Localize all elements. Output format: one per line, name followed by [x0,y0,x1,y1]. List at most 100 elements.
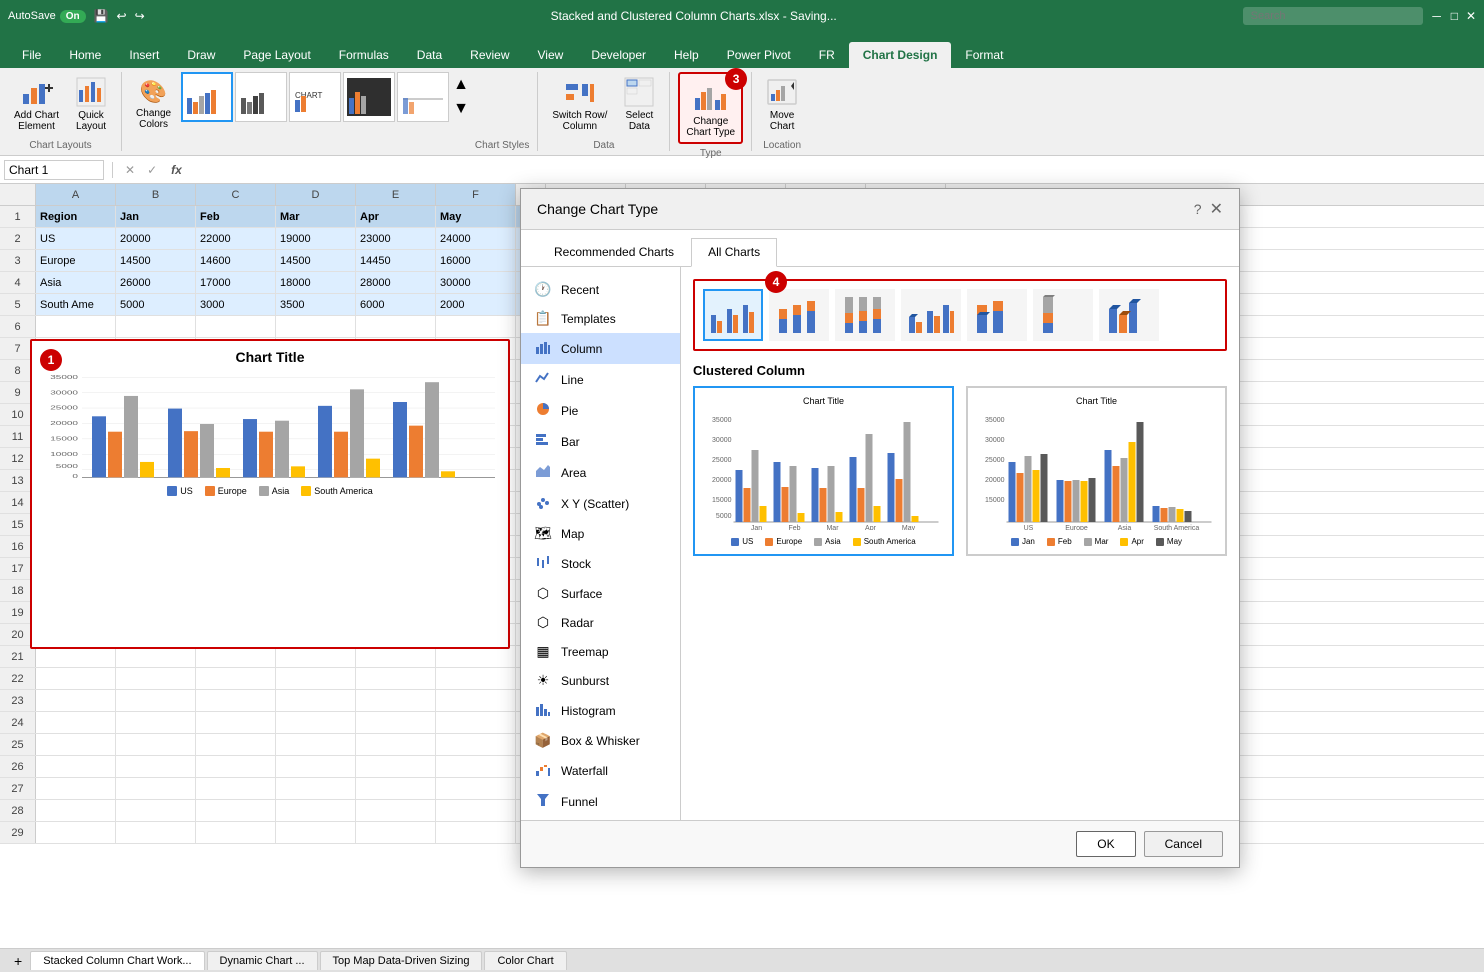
change-colors-button[interactable]: 🎨 ChangeColors [130,72,177,134]
add-chart-element-button[interactable]: Add ChartElement [8,72,65,136]
ok-button[interactable]: OK [1076,831,1135,857]
table-cell[interactable] [436,734,516,755]
chart-type-sunburst[interactable]: ☀ Sunburst [521,666,680,695]
table-cell[interactable] [356,316,436,337]
table-cell[interactable]: Region [36,206,116,227]
table-cell[interactable] [356,734,436,755]
table-cell[interactable] [116,668,196,689]
tab-insert[interactable]: Insert [115,42,173,68]
col-header-C[interactable]: C [196,184,276,205]
quick-layout-button[interactable]: QuickLayout [69,72,113,136]
tab-formulas[interactable]: Formulas [325,42,403,68]
tab-help[interactable]: Help [660,42,713,68]
chart-type-map[interactable]: 🗺 Map [521,519,680,548]
table-cell[interactable] [356,668,436,689]
search-input[interactable] [1243,7,1423,25]
tab-format[interactable]: Format [951,42,1017,68]
tab-page-layout[interactable]: Page Layout [229,42,324,68]
tab-view[interactable]: View [524,42,578,68]
table-cell[interactable] [356,646,436,667]
table-cell[interactable] [116,778,196,799]
maximize-icon[interactable]: □ [1451,9,1458,23]
table-cell[interactable] [276,756,356,777]
table-cell[interactable] [276,690,356,711]
subtype-100-stacked-column[interactable] [835,289,895,341]
table-cell[interactable]: Europe [36,250,116,271]
tab-recommended-charts[interactable]: Recommended Charts [537,238,691,266]
table-cell[interactable] [116,756,196,777]
table-cell[interactable]: 14500 [116,250,196,271]
chart-preview-by-month[interactable]: Chart Title 35000 30000 25000 20000 1500… [693,386,954,556]
table-cell[interactable] [36,646,116,667]
table-cell[interactable] [36,712,116,733]
table-cell[interactable] [356,756,436,777]
table-cell[interactable] [276,646,356,667]
col-header-D[interactable]: D [276,184,356,205]
chart-type-bar[interactable]: Bar [521,426,680,457]
tab-home[interactable]: Home [55,42,115,68]
fx-button[interactable]: fx [165,163,188,177]
table-cell[interactable] [276,712,356,733]
change-chart-type-button[interactable]: ChangeChart Type 3 [678,72,743,144]
close-icon[interactable]: ✕ [1466,9,1476,23]
tab-draw[interactable]: Draw [173,42,229,68]
chart-type-surface[interactable]: ⬡ Surface [521,579,680,608]
table-cell[interactable]: 16000 [436,250,516,271]
chart-type-area[interactable]: Area [521,457,680,488]
tab-file[interactable]: File [8,42,55,68]
table-cell[interactable]: 2000 [436,294,516,315]
chart-type-radar[interactable]: ⬡ Radar [521,608,680,637]
formula-input[interactable] [192,163,1480,177]
chart-type-templates[interactable]: 📋 Templates [521,304,680,333]
chart-styles-scroll-down[interactable]: ▼ [451,98,471,120]
table-cell[interactable] [116,800,196,821]
table-cell[interactable] [196,316,276,337]
table-cell[interactable]: Feb [196,206,276,227]
table-cell[interactable] [436,800,516,821]
tab-fr[interactable]: FR [805,42,849,68]
table-cell[interactable]: Apr [356,206,436,227]
move-chart-button[interactable]: MoveChart [760,72,804,136]
table-cell[interactable] [36,668,116,689]
chart-preview-by-region[interactable]: Chart Title 35000 30000 25000 20000 1500… [966,386,1227,556]
table-cell[interactable]: 3500 [276,294,356,315]
tab-chart-design[interactable]: Chart Design [849,42,952,68]
table-cell[interactable]: 20000 [116,228,196,249]
table-cell[interactable] [116,712,196,733]
table-cell[interactable] [196,756,276,777]
subtype-3d-100-stacked[interactable] [1033,289,1093,341]
table-cell[interactable] [36,690,116,711]
confirm-formula-icon[interactable]: ✓ [143,163,161,177]
table-cell[interactable]: 28000 [356,272,436,293]
tab-data[interactable]: Data [403,42,456,68]
table-cell[interactable]: 14500 [276,250,356,271]
table-cell[interactable]: 17000 [196,272,276,293]
save-icon[interactable]: 💾 [94,9,109,23]
table-cell[interactable]: 6000 [356,294,436,315]
subtype-3d-column[interactable] [1099,289,1159,341]
table-cell[interactable]: 14450 [356,250,436,271]
table-cell[interactable] [436,712,516,733]
cancel-formula-icon[interactable]: ✕ [121,163,139,177]
table-cell[interactable]: 30000 [436,272,516,293]
chart-type-stock[interactable]: Stock [521,548,680,579]
table-cell[interactable] [196,800,276,821]
table-cell[interactable] [436,690,516,711]
tab-developer[interactable]: Developer [577,42,660,68]
table-cell[interactable]: Mar [276,206,356,227]
table-cell[interactable]: US [36,228,116,249]
col-header-B[interactable]: B [116,184,196,205]
modal-help-button[interactable]: ? [1186,201,1210,217]
name-box[interactable] [4,160,104,180]
subtype-stacked-column[interactable] [769,289,829,341]
table-cell[interactable] [36,734,116,755]
chart-type-waterfall[interactable]: Waterfall [521,755,680,786]
table-cell[interactable] [116,822,196,843]
col-header-F[interactable]: F [436,184,516,205]
redo-icon[interactable]: ↪ [135,9,145,23]
modal-close-button[interactable]: ✕ [1210,199,1223,219]
cancel-button[interactable]: Cancel [1144,831,1223,857]
sheet-tab-top-map[interactable]: Top Map Data-Driven Sizing [320,951,483,970]
table-cell[interactable] [196,646,276,667]
chart-type-funnel[interactable]: Funnel [521,786,680,817]
